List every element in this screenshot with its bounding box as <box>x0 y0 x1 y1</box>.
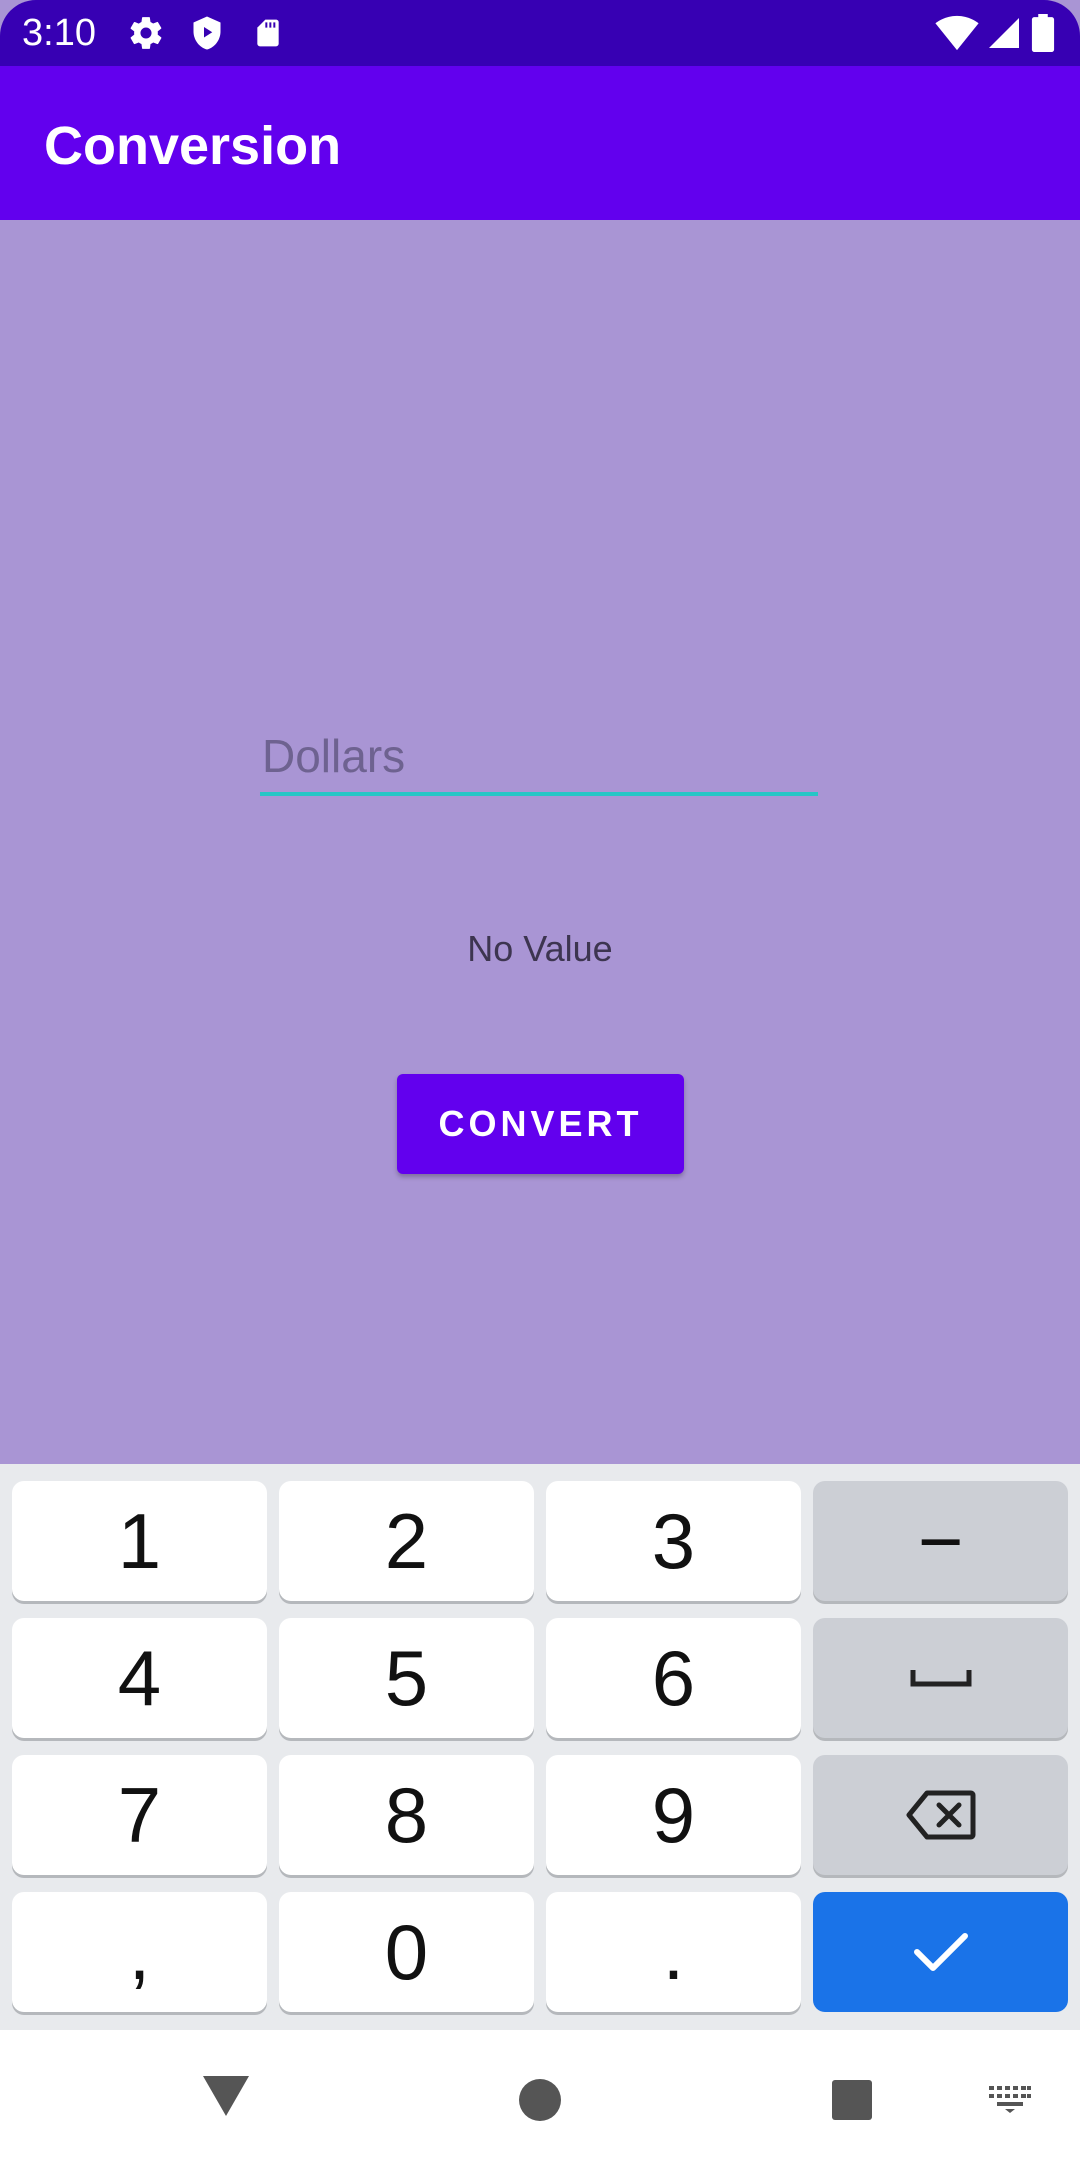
key-space[interactable] <box>813 1618 1068 1738</box>
app-bar: Conversion <box>0 66 1080 220</box>
key-9[interactable]: 9 <box>546 1755 801 1875</box>
shield-play-icon <box>187 14 227 52</box>
status-time: 3:10 <box>22 12 96 54</box>
status-bar: 3:10 <box>0 0 1080 66</box>
key-3[interactable]: 3 <box>546 1481 801 1601</box>
key-1[interactable]: 1 <box>12 1481 267 1601</box>
app-title: Conversion <box>44 116 342 176</box>
signal-icon <box>984 14 1024 52</box>
key-period[interactable]: . <box>546 1892 801 2012</box>
result-text: No Value <box>467 928 613 969</box>
dollars-input[interactable] <box>260 720 818 796</box>
recents-icon[interactable] <box>822 2070 882 2130</box>
sd-card-icon <box>248 14 288 52</box>
back-icon[interactable] <box>196 2066 256 2126</box>
navigation-bar <box>0 2030 1080 2160</box>
key-2[interactable]: 2 <box>279 1481 534 1601</box>
key-done[interactable] <box>813 1892 1068 2012</box>
convert-button[interactable]: CONVERT <box>397 1074 684 1174</box>
key-6[interactable]: 6 <box>546 1618 801 1738</box>
battery-icon <box>1028 14 1058 52</box>
keyboard-switch-icon[interactable] <box>980 2076 1040 2122</box>
key-0[interactable]: 0 <box>279 1892 534 2012</box>
key-minus[interactable]: − <box>813 1481 1068 1601</box>
key-7[interactable]: 7 <box>12 1755 267 1875</box>
key-4[interactable]: 4 <box>12 1618 267 1738</box>
wifi-icon <box>934 14 980 52</box>
numeric-keyboard: 1 2 3 − 4 5 6 7 8 9 , 0 . <box>0 1464 1080 2030</box>
home-icon[interactable] <box>510 2070 570 2130</box>
check-icon <box>913 1933 968 1971</box>
key-5[interactable]: 5 <box>279 1618 534 1738</box>
key-comma[interactable]: , <box>12 1892 267 2012</box>
main-content: No Value CONVERT <box>0 220 1080 1464</box>
gear-icon <box>126 14 166 52</box>
space-icon <box>910 1670 971 1687</box>
key-8[interactable]: 8 <box>279 1755 534 1875</box>
backspace-icon <box>906 1790 975 1840</box>
key-backspace[interactable] <box>813 1755 1068 1875</box>
